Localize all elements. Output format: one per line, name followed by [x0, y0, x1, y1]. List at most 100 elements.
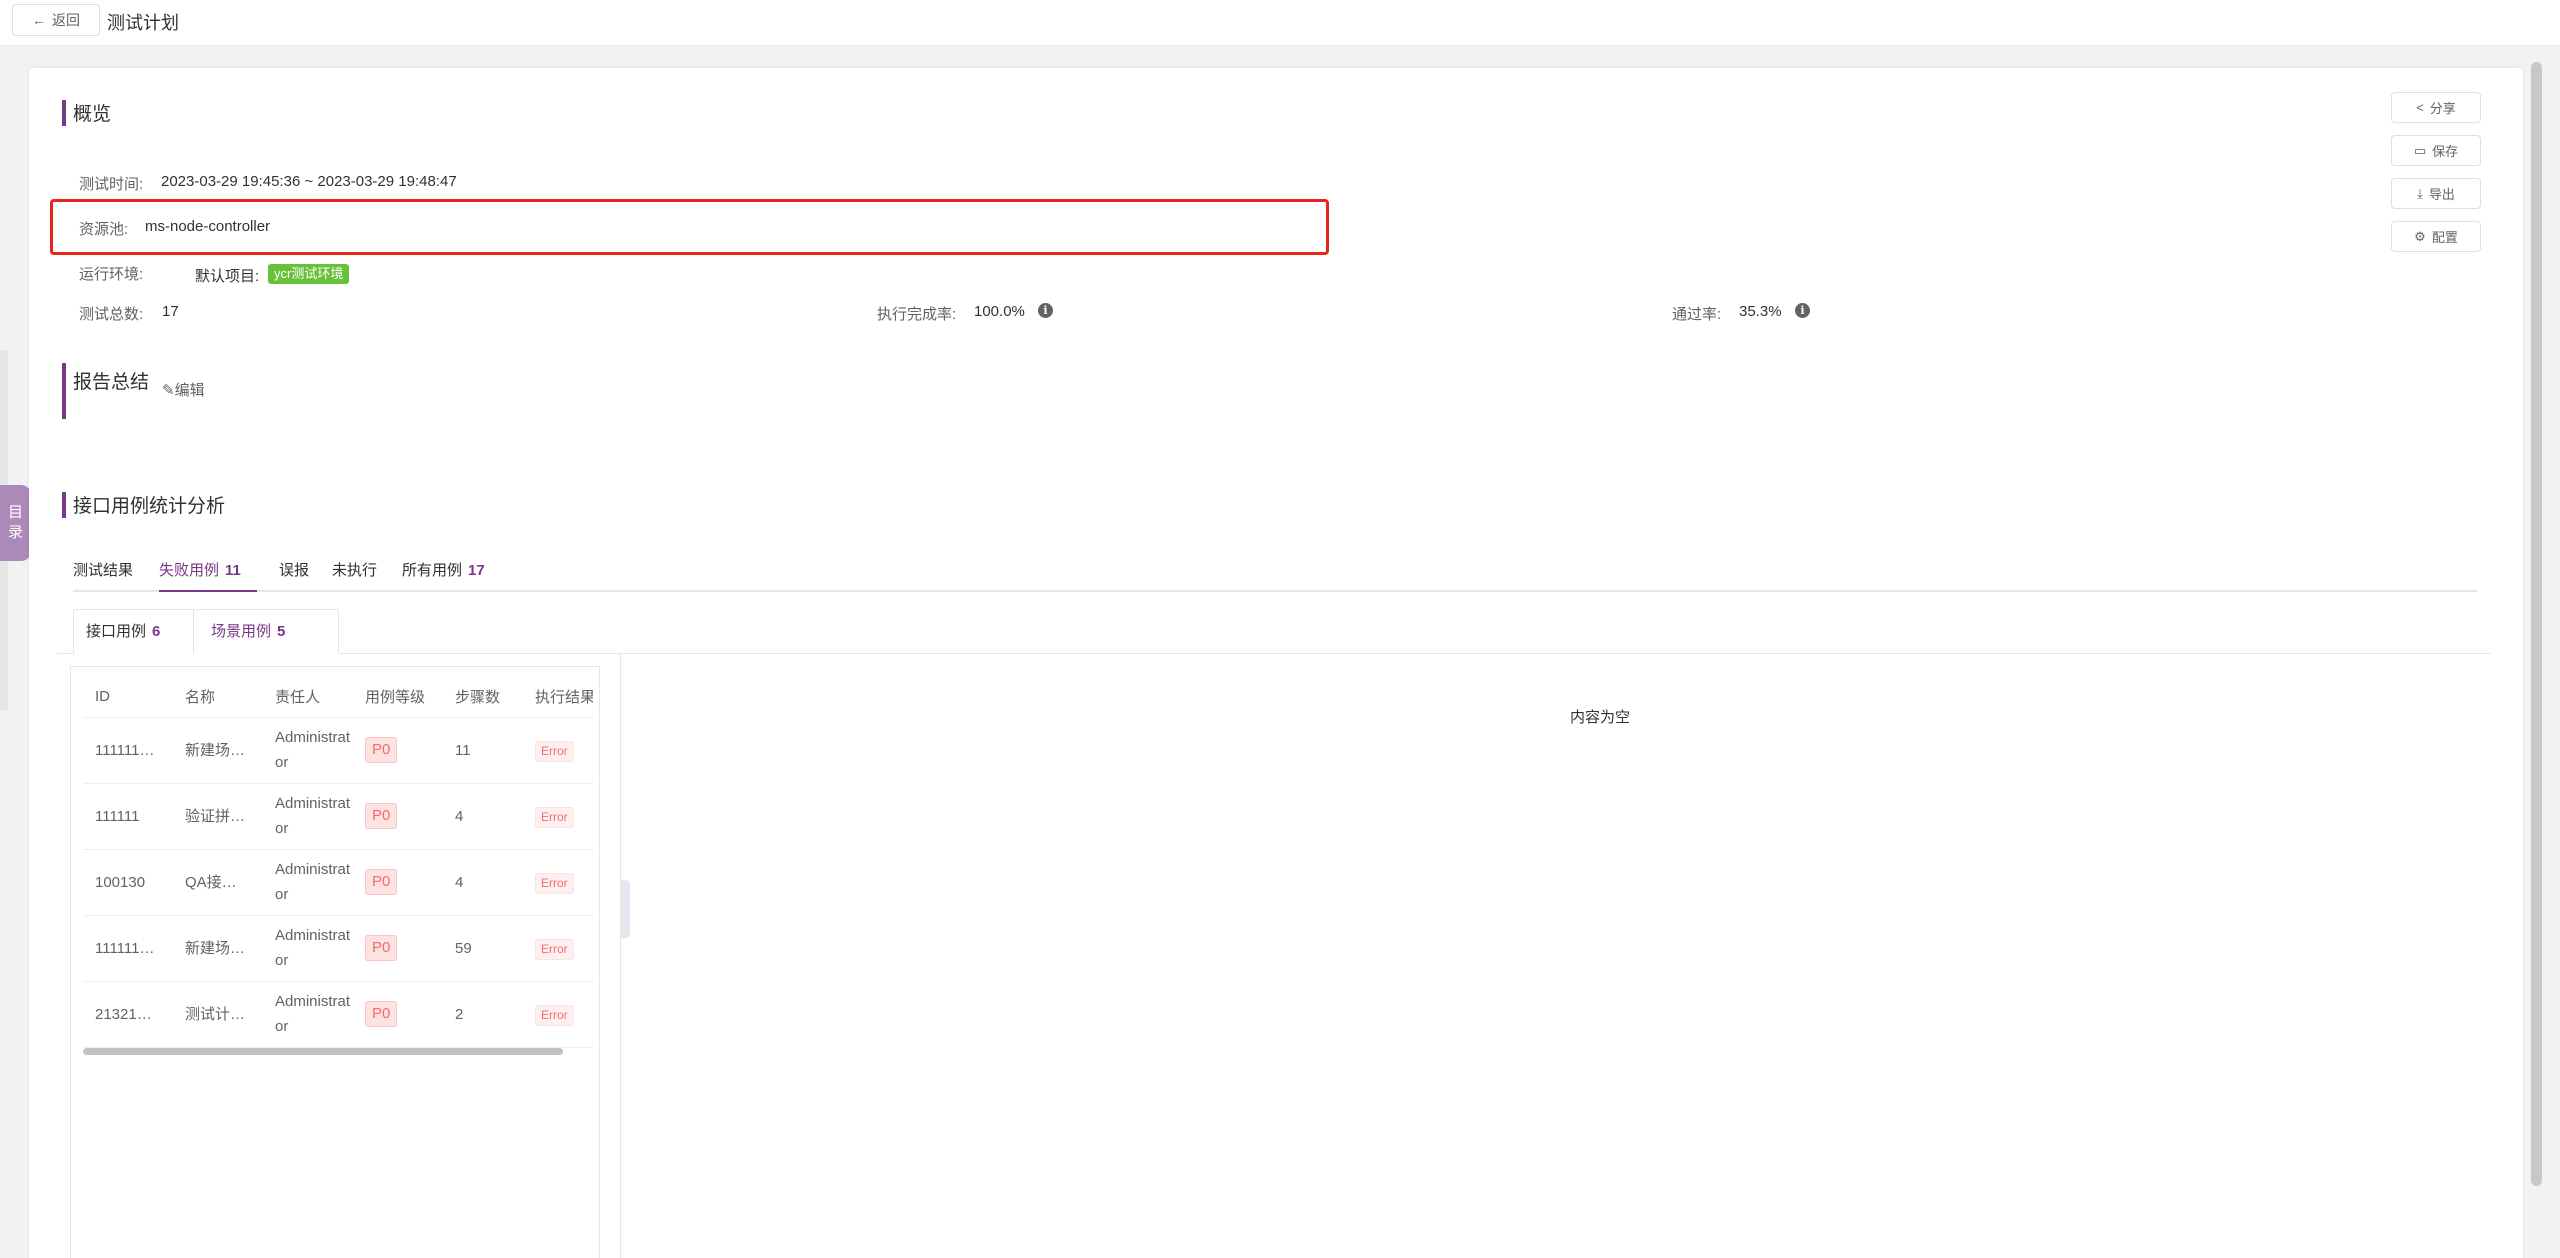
cell-result: Error: [523, 783, 593, 850]
total-value: 17: [162, 303, 179, 320]
total-label: 测试总数:: [79, 306, 144, 323]
project-label: 默认项目:: [195, 268, 260, 285]
col-name[interactable]: 名称: [173, 677, 263, 718]
empty-state-text: 内容为空: [1570, 709, 1631, 726]
status-badge: Error: [535, 806, 574, 828]
col-owner[interactable]: 责任人: [263, 677, 353, 718]
tab-count: 11: [225, 562, 241, 579]
case-table-card: ID 名称 责任人 用例等级 步骤数 执行结果 111111… 新建场… Adm…: [70, 666, 600, 1258]
cell-name: 测试计…: [173, 981, 263, 1048]
cell-steps: 4: [443, 783, 523, 850]
overview-title-text: 概览: [73, 104, 112, 125]
gear-icon: ⚙: [2414, 228, 2426, 244]
cell-name: 验证拼…: [173, 783, 263, 850]
export-label: 导出: [2428, 187, 2455, 202]
table-row[interactable]: 111111 验证拼… Administrator P0 4 Error: [83, 783, 593, 850]
tab-all-cases[interactable]: 所有用例 17: [402, 556, 485, 592]
section-bar: [62, 491, 66, 518]
cell-steps: 2: [443, 981, 523, 1048]
export-button[interactable]: ⤓ 导出: [2391, 178, 2481, 209]
vertical-scrollbar[interactable]: [2531, 62, 2542, 1186]
cell-result: Error: [523, 915, 593, 982]
cell-result: Error: [523, 981, 593, 1048]
cell-level: P0: [353, 717, 443, 784]
tab-false-positive[interactable]: 误报: [279, 556, 309, 592]
section-bar: [62, 99, 66, 126]
cell-result: Error: [523, 849, 593, 916]
horizontal-scrollbar[interactable]: [83, 1048, 563, 1055]
summary-title-text: 报告总结: [73, 371, 150, 393]
test-time-value: 2023-03-29 19:45:36 ~ 2023-03-29 19:48:4…: [161, 173, 457, 190]
level-badge: P0: [365, 935, 398, 961]
edit-summary-link[interactable]: ✎编辑: [162, 379, 205, 400]
tab-test-result[interactable]: 测试结果: [73, 556, 133, 592]
level-badge: P0: [365, 1001, 398, 1027]
cell-name: QA接…: [173, 849, 263, 916]
col-steps[interactable]: 步骤数: [443, 677, 523, 718]
subtab-count: 5: [277, 623, 286, 640]
completion-label: 执行完成率:: [877, 306, 957, 323]
tab-api-cases[interactable]: 接口用例 6: [74, 610, 194, 654]
top-bar: ← 返回 测试计划: [0, 0, 2560, 46]
level-badge: P0: [365, 803, 398, 829]
cell-owner: Administrator: [263, 915, 353, 982]
config-button[interactable]: ⚙ 配置: [2391, 221, 2481, 252]
level-badge: P0: [365, 737, 398, 763]
cell-owner: Administrator: [263, 717, 353, 784]
col-result[interactable]: 执行结果: [523, 677, 593, 718]
config-label: 配置: [2431, 230, 2458, 245]
cell-level: P0: [353, 849, 443, 916]
cell-steps: 59: [443, 915, 523, 982]
table-row[interactable]: 100130 QA接… Administrator P0 4 Error: [83, 849, 593, 916]
save-icon: ▭: [2413, 142, 2427, 158]
summary-title: 报告总结: [62, 363, 149, 419]
cell-level: P0: [353, 981, 443, 1048]
cell-steps: 11: [443, 717, 523, 784]
toc-label-2: 录: [7, 524, 23, 541]
tab-label: 误报: [279, 562, 310, 579]
info-icon[interactable]: i: [1038, 303, 1053, 318]
completion-value: 100.0%: [974, 303, 1025, 320]
resource-pool-label: 资源池:: [79, 221, 129, 238]
table-row[interactable]: 21321… 测试计… Administrator P0 2 Error: [83, 981, 593, 1048]
subtab-label: 接口用例: [86, 623, 147, 640]
pass-label: 通过率:: [1672, 306, 1722, 323]
save-button[interactable]: ▭ 保存: [2391, 135, 2481, 166]
back-button[interactable]: ← 返回: [12, 4, 100, 36]
tab-label: 所有用例: [402, 562, 463, 579]
save-label: 保存: [2432, 144, 2459, 159]
col-level[interactable]: 用例等级: [353, 677, 443, 718]
share-label: 分享: [2429, 101, 2456, 116]
status-badge: Error: [535, 938, 574, 960]
cell-id: 111111…: [83, 915, 173, 982]
case-type-tabs: 接口用例 6 场景用例 5: [73, 609, 339, 654]
api-analysis-title: 接口用例统计分析: [62, 491, 225, 518]
cell-name: 新建场…: [173, 717, 263, 784]
cell-result: Error: [523, 717, 593, 784]
collapse-handle[interactable]: [621, 880, 630, 938]
env-tag: ycr测试环境: [268, 264, 350, 284]
table-row[interactable]: 111111… 新建场… Administrator P0 11 Error: [83, 717, 593, 784]
cell-id: 111111…: [83, 717, 173, 784]
table-row[interactable]: 111111… 新建场… Administrator P0 59 Error: [83, 915, 593, 982]
overview-title: 概览: [62, 99, 111, 126]
toc-label-1: 目: [7, 504, 23, 521]
share-button[interactable]: < 分享: [2391, 92, 2481, 123]
status-badge: Error: [535, 1004, 574, 1026]
col-id[interactable]: ID: [83, 677, 173, 718]
pass-value: 35.3%: [1739, 303, 1782, 320]
info-icon[interactable]: i: [1795, 303, 1810, 318]
tab-failed-cases[interactable]: 失败用例 11: [159, 556, 257, 592]
level-badge: P0: [365, 869, 398, 895]
tab-scenario-cases[interactable]: 场景用例 5: [199, 610, 297, 654]
cell-name: 新建场…: [173, 915, 263, 982]
cell-id: 111111: [83, 783, 173, 850]
toc-tab[interactable]: 目 录: [0, 485, 31, 561]
tab-label: 测试结果: [73, 562, 134, 579]
cell-id: 100130: [83, 849, 173, 916]
tab-not-executed[interactable]: 未执行: [332, 556, 377, 592]
cell-level: P0: [353, 915, 443, 982]
tab-count: 17: [468, 562, 485, 579]
case-table: ID 名称 责任人 用例等级 步骤数 执行结果 111111… 新建场… Adm…: [83, 677, 593, 1048]
cell-id: 21321…: [83, 981, 173, 1048]
